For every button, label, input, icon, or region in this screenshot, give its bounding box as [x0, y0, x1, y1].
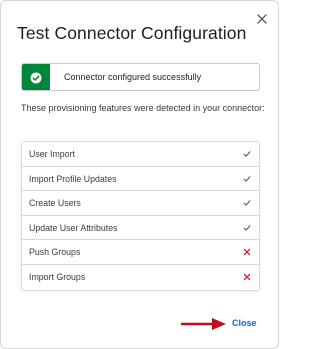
feature-label: Update User Attributes	[29, 222, 118, 233]
feature-label: User Import	[29, 149, 75, 159]
checkmark-icon	[243, 175, 251, 183]
test-connector-dialog: Test Connector Configuration Connector c…	[0, 0, 279, 349]
feature-row: Import Groups	[22, 265, 259, 290]
features-list: User Import Import Profile Updates Create …	[21, 141, 260, 291]
feature-row: Push Groups	[22, 240, 259, 265]
checkmark-icon	[243, 199, 251, 207]
checkmark-icon	[243, 224, 251, 232]
close-button[interactable]: Close	[232, 318, 257, 328]
feature-row: Update User Attributes	[22, 216, 259, 241]
annotation-arrow-icon	[180, 317, 227, 331]
close-icon[interactable]	[256, 13, 268, 25]
checkmark-icon	[243, 150, 251, 158]
features-description: These provisioning features were detecte…	[21, 103, 265, 113]
feature-label: Create Users	[29, 198, 81, 209]
feature-row: Import Profile Updates	[22, 167, 259, 192]
cross-icon	[243, 248, 251, 256]
feature-label: Import Profile Updates	[29, 173, 117, 184]
feature-row: Create Users	[22, 191, 259, 216]
feature-row: User Import	[22, 142, 259, 167]
check-circle-icon	[30, 71, 42, 84]
feature-label: Import Groups	[29, 271, 86, 282]
cross-icon	[243, 273, 251, 281]
feature-label: Push Groups	[29, 247, 81, 258]
dialog-title: Test Connector Configuration	[17, 23, 247, 43]
success-banner-text: Connector configured successfully	[64, 72, 202, 82]
success-banner: Connector configured successfully	[21, 63, 260, 91]
